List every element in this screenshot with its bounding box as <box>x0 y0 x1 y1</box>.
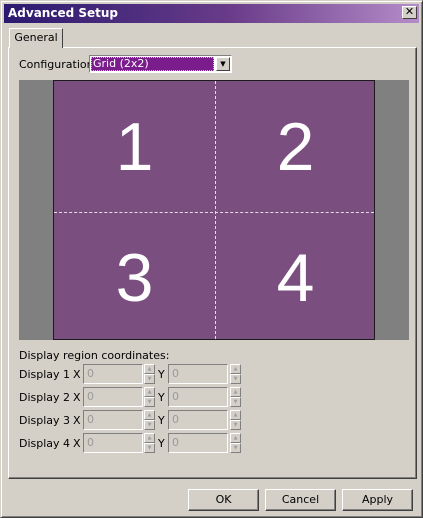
display-3-y-field[interactable]: 0 <box>168 410 228 430</box>
display-2-y-field[interactable]: 0 <box>168 387 228 407</box>
y-label: Y <box>158 368 165 381</box>
configuration-label: Configuration: <box>19 58 98 71</box>
configuration-select[interactable]: Grid (2x2) ▼ <box>89 55 232 73</box>
close-icon: ✕ <box>404 5 415 18</box>
x-label: X <box>73 391 81 404</box>
display-4-x-spinner[interactable]: ▲ ▼ <box>144 433 155 453</box>
display-2-y-spinner[interactable]: ▲ ▼ <box>230 387 241 407</box>
spin-down-icon[interactable]: ▼ <box>230 443 241 453</box>
tab-general[interactable]: General <box>9 28 63 48</box>
window-title: Advanced Setup <box>8 6 119 20</box>
spin-up-icon[interactable]: ▲ <box>144 433 155 443</box>
display-preview: 1 2 3 4 <box>19 80 409 340</box>
spin-up-icon[interactable]: ▲ <box>144 387 155 397</box>
display-1-x-spinner[interactable]: ▲ ▼ <box>144 364 155 384</box>
grid-divider-horizontal <box>54 212 374 213</box>
y-label: Y <box>158 437 165 450</box>
spin-down-icon[interactable]: ▼ <box>230 420 241 430</box>
configuration-value: Grid (2x2) <box>91 57 214 71</box>
spin-up-icon[interactable]: ▲ <box>230 364 241 374</box>
spin-up-icon[interactable]: ▲ <box>230 387 241 397</box>
advanced-setup-dialog: Advanced Setup ✕ General Configuration: … <box>0 0 423 518</box>
apply-button[interactable]: Apply <box>342 489 413 511</box>
spin-down-icon[interactable]: ▼ <box>230 374 241 384</box>
coordinates-title: Display region coordinates: <box>19 349 170 362</box>
ok-button[interactable]: OK <box>188 489 259 511</box>
display-2-x-field[interactable]: 0 <box>83 387 143 407</box>
display-4-y-spinner[interactable]: ▲ ▼ <box>230 433 241 453</box>
spin-down-icon[interactable]: ▼ <box>230 397 241 407</box>
display-region-1[interactable]: 1 <box>54 81 215 212</box>
display-3-label: Display 3 <box>19 414 71 427</box>
cancel-button[interactable]: Cancel <box>265 489 336 511</box>
display-1-label: Display 1 <box>19 368 71 381</box>
spin-down-icon[interactable]: ▼ <box>144 374 155 384</box>
display-region-3[interactable]: 3 <box>54 212 215 343</box>
display-1-y-spinner[interactable]: ▲ ▼ <box>230 364 241 384</box>
display-region-2[interactable]: 2 <box>215 81 376 212</box>
spin-up-icon[interactable]: ▲ <box>230 433 241 443</box>
x-label: X <box>73 414 81 427</box>
display-3-x-field[interactable]: 0 <box>83 410 143 430</box>
display-4-x-field[interactable]: 0 <box>83 433 143 453</box>
spin-down-icon[interactable]: ▼ <box>144 420 155 430</box>
spin-up-icon[interactable]: ▲ <box>230 410 241 420</box>
display-1-x-field[interactable]: 0 <box>83 364 143 384</box>
display-2-x-spinner[interactable]: ▲ ▼ <box>144 387 155 407</box>
spin-up-icon[interactable]: ▲ <box>144 364 155 374</box>
y-label: Y <box>158 414 165 427</box>
spin-up-icon[interactable]: ▲ <box>144 410 155 420</box>
grid-divider-vertical <box>215 81 216 339</box>
display-region-4[interactable]: 4 <box>215 212 376 343</box>
display-3-x-spinner[interactable]: ▲ ▼ <box>144 410 155 430</box>
title-bar[interactable]: Advanced Setup ✕ <box>4 4 419 23</box>
display-2-label: Display 2 <box>19 391 71 404</box>
display-4-label: Display 4 <box>19 437 71 450</box>
display-4-y-field[interactable]: 0 <box>168 433 228 453</box>
spin-down-icon[interactable]: ▼ <box>144 397 155 407</box>
x-label: X <box>73 437 81 450</box>
display-3-y-spinner[interactable]: ▲ ▼ <box>230 410 241 430</box>
y-label: Y <box>158 391 165 404</box>
close-button[interactable]: ✕ <box>402 6 417 19</box>
chevron-down-icon[interactable]: ▼ <box>216 57 230 71</box>
spin-down-icon[interactable]: ▼ <box>144 443 155 453</box>
display-1-y-field[interactable]: 0 <box>168 364 228 384</box>
x-label: X <box>73 368 81 381</box>
display-layout-screen: 1 2 3 4 <box>53 80 375 340</box>
